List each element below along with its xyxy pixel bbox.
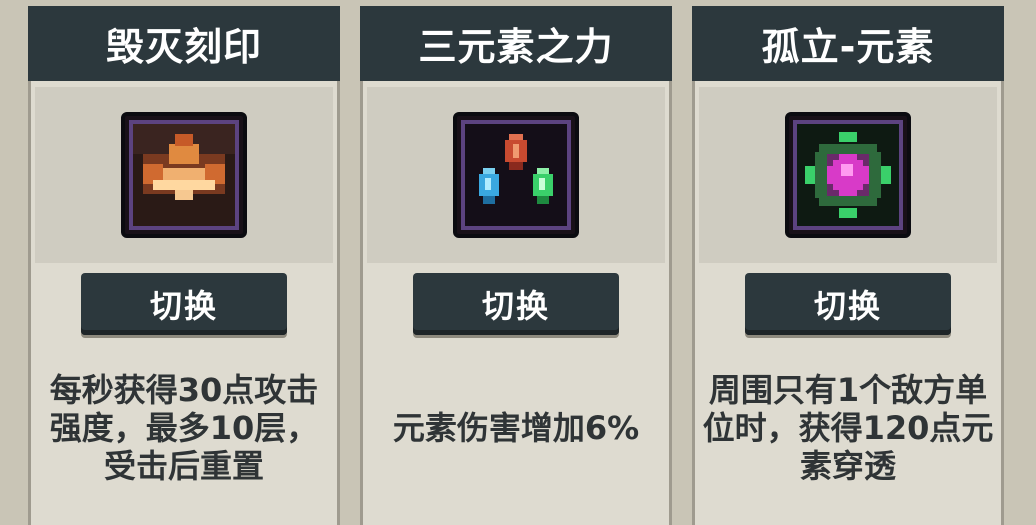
element-orb-icon-art bbox=[797, 124, 899, 226]
switch-button[interactable]: 切换 bbox=[413, 273, 619, 335]
card-title: 三元素之力 bbox=[360, 6, 672, 81]
card-title: 孤立-元素 bbox=[692, 6, 1004, 81]
icon-panel bbox=[699, 87, 997, 263]
flame-mark-icon bbox=[121, 112, 247, 238]
talent-card-2: 三元素之力 切换 元素伤害增加6% bbox=[360, 6, 672, 525]
talent-card-1: 毁灭刻印 切换 每秒获得30点攻击强度，最多10层，受击后重置 bbox=[28, 6, 340, 525]
icon-panel bbox=[367, 87, 665, 263]
flame-mark-icon-art bbox=[133, 124, 235, 226]
icon-panel bbox=[35, 87, 333, 263]
card-description: 周围只有1个敌方单位时，获得120点元素穿透 bbox=[702, 371, 994, 485]
three-crystals-icon bbox=[453, 112, 579, 238]
card-description: 元素伤害增加6% bbox=[392, 409, 640, 447]
card-title: 毁灭刻印 bbox=[28, 6, 340, 81]
three-crystals-icon-art bbox=[465, 124, 567, 226]
element-orb-icon bbox=[785, 112, 911, 238]
talent-card-3: 孤立-元素 切换 周围只有1个敌方单位时，获得120点元素穿透 bbox=[692, 6, 1004, 525]
switch-button[interactable]: 切换 bbox=[745, 273, 951, 335]
switch-button[interactable]: 切换 bbox=[81, 273, 287, 335]
card-description: 每秒获得30点攻击强度，最多10层，受击后重置 bbox=[49, 371, 319, 485]
